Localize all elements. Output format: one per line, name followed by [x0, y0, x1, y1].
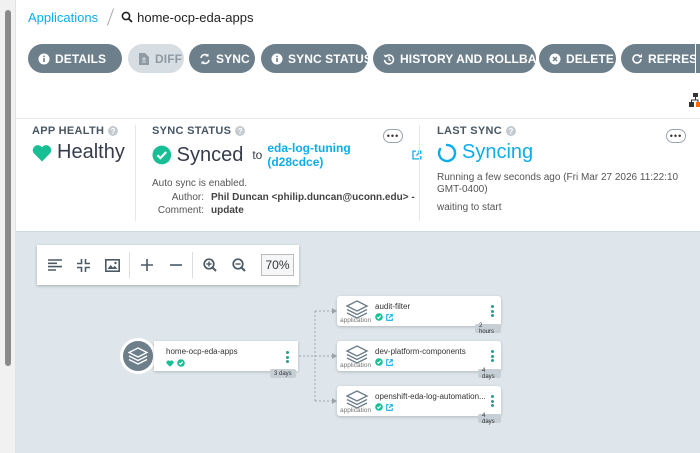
breadcrumb-app[interactable]: home-ocp-eda-apps — [121, 10, 253, 25]
breadcrumb-app-name: home-ocp-eda-apps — [137, 9, 254, 25]
check-circle-icon — [375, 313, 383, 321]
spinner-icon — [437, 143, 457, 162]
child-node-name: audit-filter — [375, 302, 411, 311]
check-circle-icon — [177, 359, 185, 367]
diff-label: DIFF — [155, 51, 183, 66]
divider — [419, 125, 420, 221]
diff-button[interactable]: DIFF — [128, 44, 184, 73]
app-health-panel: APP HEALTH? Healthy — [32, 125, 142, 225]
last-sync-panel: LAST SYNC? Syncing Running a few seconds… — [437, 125, 687, 225]
child-node-status — [375, 313, 393, 321]
node-kind-label: application — [340, 407, 372, 414]
child-node-name: dev-platform-components — [375, 347, 466, 356]
check-circle-icon — [152, 145, 172, 165]
comment-label: Comment: — [157, 205, 204, 216]
help-icon[interactable]: ? — [108, 126, 119, 136]
resource-tree-canvas[interactable]: 70% home-ocp-eda-apps 3 days application… — [16, 231, 700, 453]
file-diff-icon — [138, 52, 150, 65]
last-sync-title: LAST SYNC — [437, 125, 503, 137]
check-circle-icon — [375, 358, 383, 366]
kebab-menu-icon[interactable] — [491, 305, 494, 319]
info-icon — [271, 53, 283, 65]
app-health-status: Healthy — [57, 141, 125, 163]
refresh-dropdown-button[interactable] — [695, 44, 700, 73]
root-node-icon-circle — [120, 338, 156, 374]
sitemap-icon[interactable] — [689, 93, 700, 107]
sync-button[interactable]: SYNC — [189, 44, 255, 73]
external-link-icon[interactable] — [386, 358, 393, 366]
comment-value: update — [211, 205, 244, 216]
root-node-name: home-ocp-eda-apps — [166, 347, 238, 356]
sync-status-panel: SYNC STATUS? Synced to eda-log-tuning (d… — [152, 125, 422, 225]
author-label: Author: — [171, 192, 204, 203]
breadcrumb-applications-link[interactable]: Applications — [28, 10, 98, 25]
child-app-node[interactable]: application audit-filter 2 hours — [337, 296, 501, 335]
external-link-icon[interactable] — [386, 403, 393, 411]
child-node-status — [375, 403, 393, 411]
scrollbar-thumb[interactable] — [5, 10, 11, 366]
history-label: HISTORY AND ROLLBACK — [400, 51, 555, 66]
check-circle-icon — [375, 403, 383, 411]
app-health-title: APP HEALTH — [32, 125, 105, 137]
root-node-status — [166, 359, 185, 367]
child-node-age: 2 hours — [475, 323, 501, 335]
sync-revision-link[interactable]: eda-log-tuning (d28cdce) — [267, 141, 407, 169]
details-button[interactable]: DETAILS — [28, 44, 122, 73]
search-icon — [121, 11, 133, 23]
author-value: Phil Duncan <philip.duncan@uconn.edu> - — [211, 192, 415, 203]
status-panels: APP HEALTH? Healthy SYNC STATUS? Synced … — [16, 118, 700, 230]
action-bar: DETAILS DIFF SYNC SYNC STATUS HISTORY AN… — [16, 44, 700, 74]
child-node-name: openshift-eda-log-automation... — [375, 392, 486, 401]
last-sync-waiting-text: waiting to start — [437, 202, 502, 213]
heart-icon — [166, 359, 174, 367]
sync-label: SYNC — [216, 51, 250, 66]
help-icon[interactable]: ? — [235, 126, 246, 136]
layers-icon — [128, 347, 148, 365]
heart-icon — [32, 144, 52, 161]
kebab-menu-icon[interactable] — [286, 351, 289, 365]
delete-button[interactable]: DELETE — [539, 44, 616, 73]
refresh-icon — [631, 53, 643, 65]
child-app-node[interactable]: application openshift-eda-log-automation… — [337, 386, 501, 425]
kebab-menu-icon[interactable] — [491, 350, 494, 364]
history-icon — [383, 53, 395, 65]
last-sync-status: Syncing — [462, 141, 534, 163]
details-label: DETAILS — [55, 51, 107, 66]
sync-to-label: to — [252, 148, 263, 162]
node-kind-label: application — [340, 317, 372, 324]
sync-icon — [199, 53, 211, 65]
child-node-age: 4 days — [478, 413, 501, 425]
last-sync-running-text: Running a few seconds ago (Fri Mar 27 20… — [437, 172, 679, 195]
sync-status-more-button[interactable]: ••• — [383, 129, 403, 143]
delete-label: DELETE — [566, 51, 614, 66]
sync-status-value: Synced — [176, 143, 244, 166]
child-node-age: 4 days — [478, 368, 501, 380]
breadcrumb-separator — [107, 8, 115, 26]
child-app-node[interactable]: application dev-platform-components 4 da… — [337, 341, 501, 380]
breadcrumb: Applications home-ocp-eda-apps — [16, 0, 700, 34]
refresh-button[interactable]: REFRESH — [621, 44, 700, 73]
root-node-age: 3 days — [270, 369, 296, 378]
delete-icon — [549, 53, 561, 65]
auto-sync-text: Auto sync is enabled. — [152, 178, 248, 189]
node-kind-label: application — [340, 362, 372, 369]
history-rollback-button[interactable]: HISTORY AND ROLLBACK — [373, 44, 554, 73]
root-app-node[interactable]: home-ocp-eda-apps 3 days — [120, 338, 298, 378]
page-scrollbar[interactable] — [0, 0, 16, 453]
sync-status-title: SYNC STATUS — [152, 125, 232, 137]
info-icon — [38, 53, 50, 65]
external-link-icon[interactable] — [386, 313, 393, 321]
refresh-label: REFRESH — [648, 51, 700, 66]
last-sync-more-button[interactable]: ••• — [666, 129, 686, 143]
divider — [135, 125, 136, 221]
sync-status-label: SYNC STATUS — [288, 51, 372, 66]
kebab-menu-icon[interactable] — [491, 395, 494, 409]
child-node-status — [375, 358, 393, 366]
help-icon[interactable]: ? — [506, 126, 517, 136]
external-link-icon[interactable] — [412, 150, 422, 160]
sync-status-button[interactable]: SYNC STATUS — [261, 44, 372, 73]
